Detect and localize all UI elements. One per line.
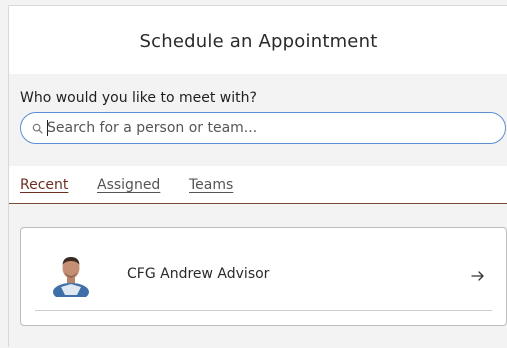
avatar — [47, 249, 95, 301]
tab-assigned[interactable]: Assigned — [97, 177, 160, 193]
advisor-name: CFG Andrew Advisor — [127, 266, 270, 282]
tab-recent[interactable]: Recent — [20, 177, 68, 193]
divider — [35, 310, 492, 311]
search-input[interactable] — [47, 120, 487, 136]
results-panel: CFG Andrew Advisor — [9, 204, 507, 348]
list-item[interactable]: CFG Andrew Advisor — [21, 228, 506, 318]
search-prompt-label: Who would you like to meet with? — [20, 90, 257, 106]
tab-bar: Recent Assigned Teams — [9, 166, 507, 204]
arrow-right-icon — [470, 268, 486, 282]
header: Schedule an Appointment — [9, 6, 507, 74]
tab-teams[interactable]: Teams — [189, 177, 233, 193]
search-section: Who would you like to meet with? — [9, 74, 507, 166]
search-box[interactable] — [20, 112, 506, 144]
appointment-scheduler: Schedule an Appointment Who would you li… — [8, 5, 507, 348]
advisor-card: CFG Andrew Advisor — [20, 227, 507, 326]
search-icon — [30, 121, 44, 135]
page-title: Schedule an Appointment — [139, 30, 378, 52]
